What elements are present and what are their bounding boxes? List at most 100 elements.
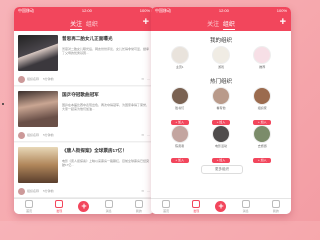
home-icon <box>25 200 34 208</box>
avatar <box>18 75 25 83</box>
tab-label: 消息 <box>105 209 112 213</box>
avatar <box>18 131 25 139</box>
more-icon[interactable]: ⋯ <box>147 133 150 137</box>
user-icon <box>134 200 143 208</box>
status-bar: 中国移动 12:00 100% <box>14 7 154 15</box>
hot-org-item: 脸书们 + 加入 <box>167 87 193 128</box>
org-name: 主页1 <box>175 65 184 69</box>
phone-organization-screen: 中国移动 12:00 100% 关注 组织 + 我的 组织 主页1 游戏 推荐 热… <box>151 7 291 214</box>
status-bar: 中国移动 12:00 100% <box>151 7 291 15</box>
top-navbar: 关注 组织 + <box>151 15 291 31</box>
post-meta: 组织名称 5分钟前 ✉ ⋯ <box>18 187 150 195</box>
post-feed: 普思再二胎女儿正面曝光 普思对二胎女儿曝光后，网友纷纷评论，女儿长得非常可爱，继… <box>14 31 154 199</box>
post-card[interactable]: 《唐人街探案》全球票房17亿！ 电影《唐人街探案》上映以来票房一路飘红，目前全球… <box>14 143 154 198</box>
post-image <box>18 91 58 127</box>
tab-messages[interactable]: 消息 <box>235 200 257 213</box>
my-org-item[interactable]: 推荐 <box>249 46 275 69</box>
more-orgs-button[interactable]: 更多组织 <box>201 165 243 174</box>
post-title: 《唐人街探案》全球票房17亿！ <box>62 148 127 153</box>
org-name: 组织家 <box>257 106 267 110</box>
post-image <box>18 147 58 183</box>
post-image <box>18 35 58 71</box>
tab-label: 消息 <box>242 209 249 213</box>
tab-follow[interactable]: 关注 <box>207 19 219 28</box>
comment-icon[interactable]: ✉ <box>141 189 144 193</box>
tab-home[interactable]: 首页 <box>155 200 177 213</box>
clock: 12:00 <box>81 8 92 13</box>
create-button[interactable]: + <box>78 201 90 212</box>
tab-label: 我的 <box>135 209 142 213</box>
discover-icon <box>55 200 64 208</box>
avatar <box>18 187 25 195</box>
post-meta: 组织名称 5分钟前 ✉ ⋯ <box>18 75 150 83</box>
join-button[interactable]: + 加入 <box>211 158 230 163</box>
tab-label: 发现 <box>193 209 200 213</box>
home-icon <box>162 200 171 208</box>
carrier-label: 中国移动 <box>155 8 171 13</box>
org-avatar <box>170 46 189 64</box>
bottom-tab-bar: 首页 发现 + 消息 我的 <box>14 198 154 214</box>
post-card[interactable]: 国乒夺冠歌曲冠军 国乒在本届比赛中表现出色，再次夺得冠军，为国家争得了荣誉，大家… <box>14 87 154 142</box>
org-avatar <box>211 46 230 64</box>
hot-org-item: 组织家 + 加入 <box>249 87 275 128</box>
hot-orgs-row: 陈贤者 + 加入 电影活动 + 加入 去旅游 + 加入 <box>151 125 291 166</box>
post-title: 普思再二胎女儿正面曝光 <box>62 36 113 41</box>
tab-home[interactable]: 首页 <box>18 200 40 213</box>
org-avatar <box>211 125 230 143</box>
tab-label: 首页 <box>26 209 33 213</box>
comment-icon[interactable]: ✉ <box>141 77 144 81</box>
tab-label: 发现 <box>56 209 63 213</box>
add-button[interactable]: + <box>280 16 286 29</box>
tab-discover[interactable]: 发现 <box>185 200 207 213</box>
bottom-tab-bar: 首页 发现 + 消息 我的 <box>151 198 291 214</box>
hot-orgs-title: 热门组织 <box>209 79 232 85</box>
tab-profile[interactable]: 我的 <box>265 200 287 213</box>
message-icon <box>104 200 113 208</box>
org-avatar <box>253 46 272 64</box>
post-card[interactable]: 普思再二胎女儿正面曝光 普思对二胎女儿曝光后，网友纷纷评论，女儿长得非常可爱，继… <box>14 31 154 86</box>
background-dot <box>2 103 4 105</box>
my-org-item[interactable]: 主页1 <box>167 46 193 69</box>
more-icon[interactable]: ⋯ <box>147 189 150 193</box>
create-button[interactable]: + <box>215 201 227 212</box>
org-avatar <box>253 87 272 105</box>
post-time: 5分钟前 <box>43 133 54 137</box>
add-button[interactable]: + <box>143 16 149 29</box>
join-button[interactable]: + 加入 <box>253 158 272 163</box>
post-meta: 组织名称 5分钟前 ✉ ⋯ <box>18 131 150 139</box>
org-avatar <box>170 87 189 105</box>
more-icon[interactable]: ⋯ <box>147 77 150 81</box>
post-summary: 国乒在本届比赛中表现出色，再次夺得冠军，为国家争得了荣誉，大家一起来为他们加油.… <box>62 103 150 112</box>
message-icon <box>241 200 250 208</box>
battery-label: 100% <box>276 8 287 13</box>
my-orgs-row: 主页1 游戏 推荐 <box>151 46 291 69</box>
tab-label: 首页 <box>163 209 170 213</box>
hot-orgs-row: 脸书们 + 加入 看有他 + 加入 组织家 + 加入 <box>151 87 291 128</box>
tab-messages[interactable]: 消息 <box>98 200 120 213</box>
post-summary: 电影《唐人街探案》上映以来票房一路飘红，目前全球票房已经突破17亿... <box>62 159 150 168</box>
phone-feed-screen: 中国移动 12:00 100% 关注 组织 + 普思再二胎女儿正面曝光 普思对二… <box>14 7 154 214</box>
discover-icon <box>192 200 201 208</box>
top-navbar: 关注 组织 + <box>14 15 154 31</box>
org-name: 游戏 <box>217 65 224 69</box>
tab-organization[interactable]: 组织 <box>222 19 235 30</box>
hot-org-item: 陈贤者 + 加入 <box>167 125 193 166</box>
hot-org-item: 电影活动 + 加入 <box>208 125 234 166</box>
hot-org-item: 看有他 + 加入 <box>208 87 234 128</box>
my-org-item[interactable]: 游戏 <box>208 46 234 69</box>
org-avatar <box>211 87 230 105</box>
org-name: 看有他 <box>216 106 226 110</box>
org-name: 脸书们 <box>175 106 185 110</box>
clock: 12:00 <box>218 8 229 13</box>
tab-organization[interactable]: 组织 <box>86 19 98 28</box>
comment-icon[interactable]: ✉ <box>141 133 144 137</box>
author-name: 组织名称 <box>27 77 40 81</box>
org-name: 电影活动 <box>214 144 227 148</box>
post-time: 5分钟前 <box>43 189 54 193</box>
tab-follow[interactable]: 关注 <box>70 19 83 30</box>
tab-discover[interactable]: 发现 <box>48 200 70 213</box>
author-name: 组织名称 <box>27 133 40 137</box>
post-summary: 普思对二胎女儿曝光后，网友纷纷评论，女儿长得非常可爱，继承了父母的优秀基因... <box>62 47 150 56</box>
join-button[interactable]: + 加入 <box>170 158 189 163</box>
tab-profile[interactable]: 我的 <box>128 200 150 213</box>
